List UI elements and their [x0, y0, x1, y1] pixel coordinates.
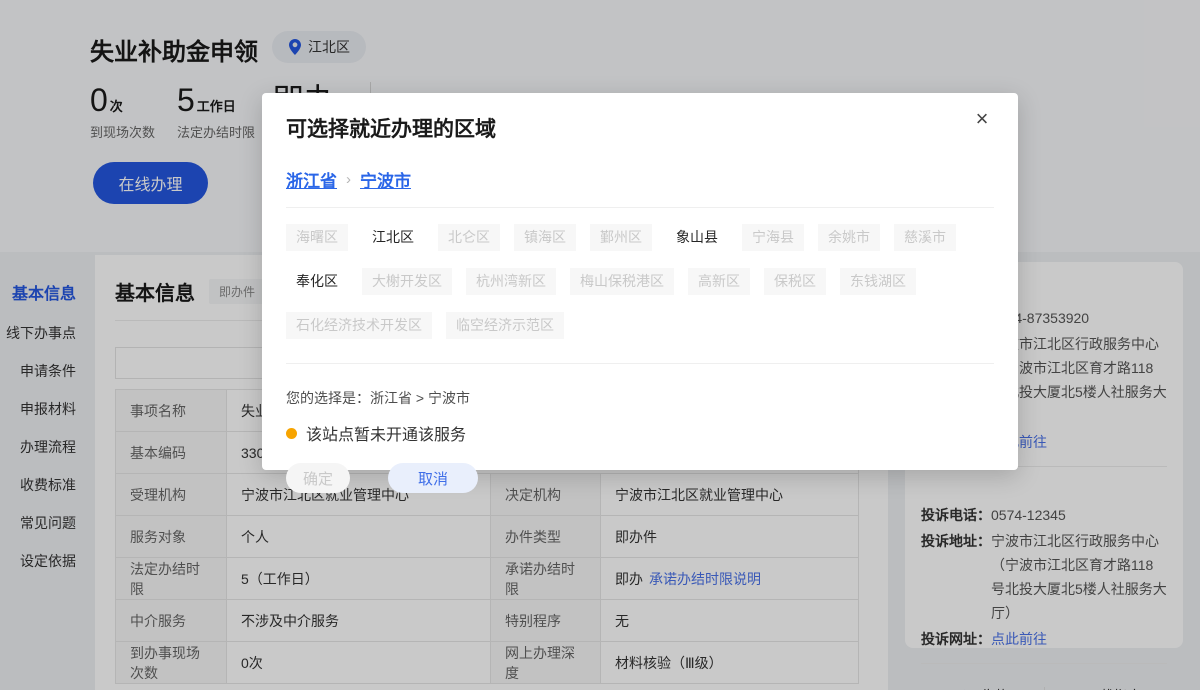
region-option-yinzhou: 鄞州区: [590, 224, 652, 251]
region-option-xiangshan[interactable]: 象山县: [666, 224, 728, 251]
page: 失业补助金申领 江北区 0次 到现场次数 5工作日 法定办结时限 即办 承诺办结…: [0, 0, 1200, 690]
region-option-yuyao: 余姚市: [818, 224, 880, 251]
region-option-hangzhouwan: 杭州湾新区: [466, 268, 556, 295]
region-option-beilun: 北仑区: [438, 224, 500, 251]
region-select-modal: 可选择就近办理的区域 × 浙江省 › 宁波市 海曙区 江北区 北仑区 镇海区 鄞…: [262, 93, 1018, 470]
modal-divider: [286, 363, 994, 364]
region-option-fenghua[interactable]: 奉化区: [286, 268, 348, 295]
warning-dot-icon: [286, 428, 297, 439]
warning-text: 该站点暂未开通该服务: [306, 421, 466, 445]
region-option-dongqianhu: 东钱湖区: [840, 268, 916, 295]
region-option-jiangbei[interactable]: 江北区: [362, 224, 424, 251]
region-option-shihua: 石化经济技术开发区: [286, 312, 432, 339]
cancel-button[interactable]: 取消: [388, 463, 478, 493]
region-option-gaoxin: 高新区: [688, 268, 750, 295]
region-option-meishan: 梅山保税港区: [570, 268, 674, 295]
chevron-right-icon: ›: [346, 171, 351, 188]
region-breadcrumb: 浙江省 › 宁波市: [286, 167, 994, 192]
region-option-baoshui: 保税区: [764, 268, 826, 295]
modal-title: 可选择就近办理的区域: [286, 113, 994, 143]
region-option-cixi: 慈溪市: [894, 224, 956, 251]
modal-divider: [286, 207, 994, 208]
current-selection-text: 您的选择是：浙江省 > 宁波市: [286, 388, 994, 408]
confirm-button[interactable]: 确定: [286, 463, 350, 493]
close-icon[interactable]: ×: [968, 105, 996, 133]
region-option-linkong: 临空经济示范区: [446, 312, 564, 339]
region-option-zhenhai: 镇海区: [514, 224, 576, 251]
service-warning: 该站点暂未开通该服务: [286, 421, 994, 445]
region-options: 海曙区 江北区 北仑区 镇海区 鄞州区 象山县 宁海县 余姚市 慈溪市 奉化区 …: [286, 224, 994, 339]
breadcrumb-city-link[interactable]: 宁波市: [360, 167, 411, 192]
breadcrumb-province-link[interactable]: 浙江省: [286, 167, 337, 192]
region-option-daxie: 大榭开发区: [362, 268, 452, 295]
region-option-ninghai: 宁海县: [742, 224, 804, 251]
region-option-haishu: 海曙区: [286, 224, 348, 251]
